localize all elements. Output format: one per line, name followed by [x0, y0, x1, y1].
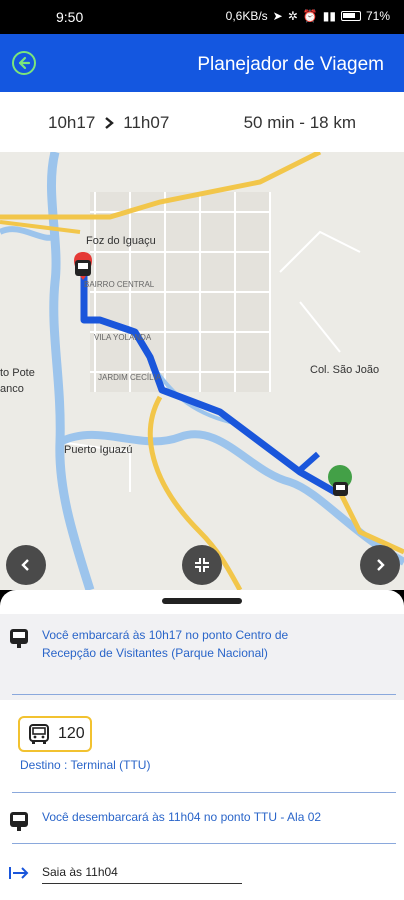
board-instruction: Você embarcará às 10h17 no ponto Centro … [42, 628, 289, 660]
alarm-icon: ⏰ [302, 9, 318, 23]
sheet-drag-handle[interactable] [162, 598, 242, 604]
map-label-vila-yolanda: VILA YOLANDA [94, 333, 152, 342]
fit-bounds-icon [195, 558, 209, 572]
leave-instruction: Saia às 11h04 [42, 865, 118, 879]
depart-time: 10h17 [48, 113, 96, 132]
chevron-right-icon [105, 117, 115, 129]
map-label-jardim-cecilia: JARDIM CECÍLIA [98, 373, 162, 382]
chevron-right-icon [377, 559, 385, 571]
map-label-col-sao-joao: Col. São João [310, 364, 380, 376]
navigation-icon: ➤ [272, 9, 283, 23]
step-board[interactable]: Você embarcará às 10h17 no ponto Centro … [0, 614, 404, 700]
status-icons: 0,6KB/s ➤ ✲ ⏰ ▮▮ 71% [226, 9, 390, 23]
battery-icon [340, 11, 361, 21]
trip-times: 10h17 11h07 [48, 113, 169, 133]
route-spur [298, 451, 320, 473]
map-next-button[interactable] [360, 545, 400, 585]
signal-icon: ▮▮ [322, 9, 336, 23]
battery-level: 71% [365, 9, 390, 23]
arrow-left-icon [18, 56, 31, 70]
bus-icon [29, 724, 49, 744]
status-time: 9:50 [56, 9, 84, 25]
arrive-time: 11h07 [123, 113, 170, 132]
bus-stop-icon [10, 812, 28, 831]
map-label-foz: Foz do Iguaçu [86, 235, 156, 247]
start-pin-icon[interactable] [73, 252, 93, 280]
river-branch [0, 226, 56, 241]
route-badge[interactable]: 120 [18, 716, 92, 752]
chevron-left-icon [21, 559, 29, 571]
settings-icon: ✲ [287, 9, 298, 23]
map-prev-button[interactable] [6, 545, 46, 585]
back-button[interactable] [12, 51, 36, 75]
map-view[interactable]: Foz do Iguaçu BAIRRO CENTRAL VILA YOLAND… [0, 152, 404, 590]
map-label-branco: anco [0, 383, 24, 395]
divider [12, 843, 396, 844]
map-label-central: BAIRRO CENTRAL [84, 280, 155, 289]
network-speed: 0,6KB/s [225, 9, 268, 23]
divider [12, 694, 396, 695]
page-title: Planejador de Viagem [197, 54, 384, 75]
trip-summary: 10h17 11h07 50 min - 18 km [0, 92, 404, 152]
exit-arrow-icon [9, 867, 29, 879]
trip-duration: 50 min - 18 km [243, 113, 356, 132]
route-number: 120 [58, 725, 85, 742]
status-bar: 9:50 0,6KB/s ➤ ✲ ⏰ ▮▮ 71% [0, 0, 404, 34]
map-label-puerto-iguazu: Puerto Iguazú [64, 444, 133, 456]
divider [12, 792, 396, 793]
app-bar: Planejador de Viagem [0, 34, 404, 92]
route-destination: Destino : Terminal (TTU) [20, 758, 151, 772]
itinerary-sheet[interactable]: Você embarcará às 10h17 no ponto Centro … [0, 590, 404, 900]
bus-stop-icon [10, 629, 28, 648]
map-label-porto-pote: to Pote [0, 367, 35, 379]
map-recenter-button[interactable] [182, 545, 222, 585]
divider [42, 883, 242, 884]
alight-instruction: Você desembarcará às 11h04 no ponto TTU … [42, 810, 322, 824]
